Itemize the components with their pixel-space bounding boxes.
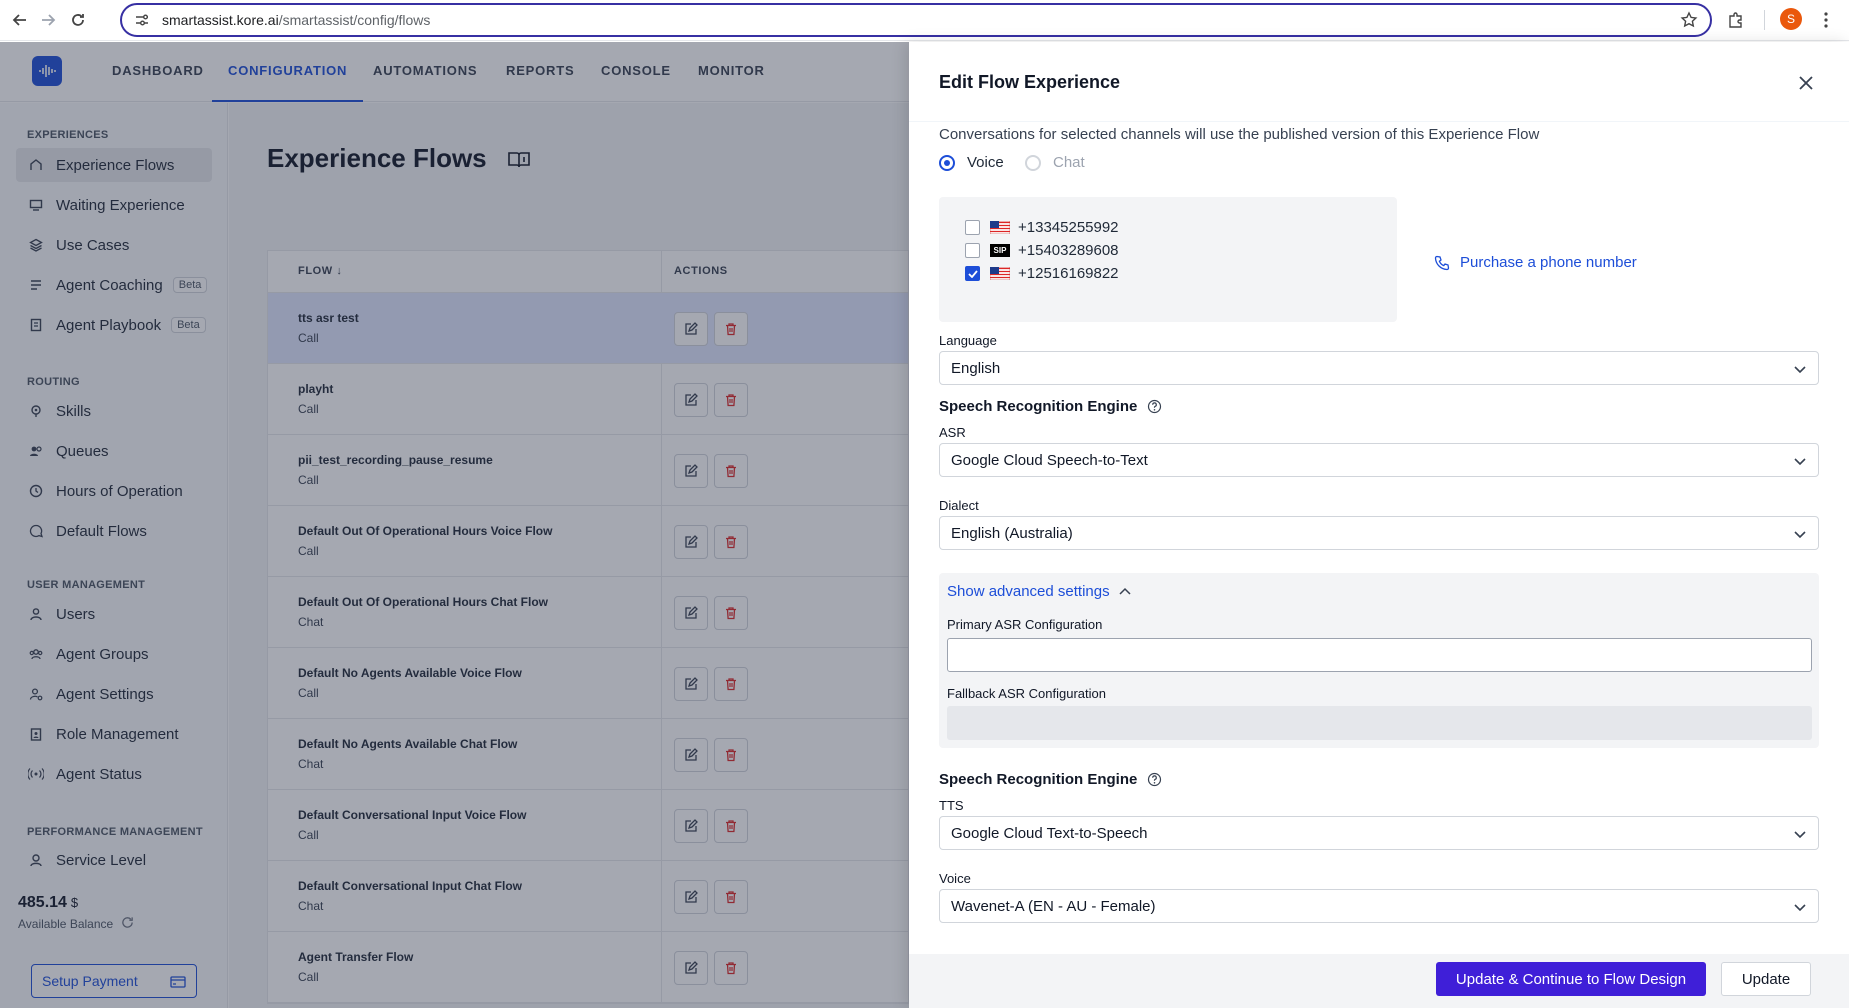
radio-unselected <box>1025 154 1041 171</box>
radio-label: Voice <box>967 154 1004 171</box>
language-label: Language <box>939 333 997 348</box>
phone-number-row[interactable]: +12516169822 <box>965 265 1119 282</box>
voice-label: Voice <box>939 871 971 886</box>
browser-toolbar: smartassist.kore.ai/smartassist/config/f… <box>0 0 1849 41</box>
chevron-down-icon <box>1794 531 1806 539</box>
select-value: Google Cloud Speech-to-Text <box>951 451 1148 469</box>
toggle-label: Show advanced settings <box>947 583 1110 600</box>
checkbox-checked[interactable] <box>965 266 980 281</box>
phone-number: +13345255992 <box>1018 219 1119 236</box>
drawer-header: Edit Flow Experience <box>909 42 1849 122</box>
primary-asr-label: Primary ASR Configuration <box>947 617 1103 632</box>
close-icon[interactable] <box>1795 72 1817 94</box>
purchase-link-label: Purchase a phone number <box>1460 254 1637 271</box>
section-title-text: Speech Recognition Engine <box>939 398 1138 415</box>
dialect-label: Dialect <box>939 498 979 513</box>
select-value: English <box>951 359 1001 377</box>
tts-label: TTS <box>939 798 964 813</box>
select-value: Wavenet-A (EN - AU - Female) <box>951 897 1156 915</box>
primary-asr-input[interactable] <box>947 638 1812 672</box>
show-advanced-settings-toggle[interactable]: Show advanced settings <box>947 583 1132 600</box>
drawer-title: Edit Flow Experience <box>939 72 1121 92</box>
phone-number-row[interactable]: +13345255992 <box>965 219 1119 236</box>
address-bar[interactable]: smartassist.kore.ai/smartassist/config/f… <box>120 3 1712 37</box>
channel-radio-chat[interactable]: Chat <box>1025 154 1085 171</box>
chevron-up-icon <box>1119 587 1131 595</box>
drawer-footer: Update & Continue to Flow Design Update <box>909 954 1849 1008</box>
select-value: Google Cloud Text-to-Speech <box>951 824 1148 842</box>
help-icon[interactable] <box>1147 399 1162 414</box>
section-title-text: Speech Recognition Engine <box>939 771 1138 788</box>
browser-menu-icon[interactable] <box>1812 6 1840 34</box>
drawer-body: Conversations for selected channels will… <box>909 122 1849 932</box>
chevron-down-icon <box>1794 831 1806 839</box>
update-button[interactable]: Update <box>1721 962 1811 996</box>
bookmark-star-icon[interactable] <box>1680 11 1698 29</box>
speech-recognition-engine-tts-title: Speech Recognition Engine <box>939 771 1162 788</box>
asr-select[interactable]: Google Cloud Speech-to-Text <box>939 443 1819 477</box>
modal-backdrop[interactable] <box>0 42 909 1008</box>
forward-icon[interactable] <box>34 6 62 34</box>
phone-icon <box>1434 255 1450 270</box>
dialect-select[interactable]: English (Australia) <box>939 516 1819 550</box>
back-icon[interactable] <box>6 6 34 34</box>
chevron-down-icon <box>1794 458 1806 466</box>
site-info-icon[interactable] <box>134 12 150 28</box>
checkbox-unchecked[interactable] <box>965 220 980 235</box>
asr-label: ASR <box>939 425 966 440</box>
speech-recognition-engine-title: Speech Recognition Engine <box>939 398 1162 415</box>
checkbox-unchecked[interactable] <box>965 243 980 258</box>
phone-number-row[interactable]: SIP +15403289608 <box>965 242 1119 259</box>
radio-selected <box>939 154 955 171</box>
app-root: DASHBOARD CONFIGURATION AUTOMATIONS REPO… <box>0 42 1849 1008</box>
reload-icon[interactable] <box>64 6 92 34</box>
sip-icon: SIP <box>990 244 1010 257</box>
phone-numbers-box: +13345255992 SIP +15403289608 +125161698… <box>939 197 1397 322</box>
toolbar-divider <box>1764 10 1765 30</box>
us-flag-icon <box>990 221 1010 234</box>
update-and-continue-button[interactable]: Update & Continue to Flow Design <box>1436 962 1706 996</box>
extensions-icon[interactable] <box>1722 6 1750 34</box>
url-text: smartassist.kore.ai/smartassist/config/f… <box>162 12 431 28</box>
chevron-down-icon <box>1794 904 1806 912</box>
us-flag-icon <box>990 267 1010 280</box>
voice-select[interactable]: Wavenet-A (EN - AU - Female) <box>939 889 1819 923</box>
select-value: English (Australia) <box>951 524 1073 542</box>
edit-flow-drawer: Edit Flow Experience Conversations for s… <box>909 42 1849 1008</box>
tts-select[interactable]: Google Cloud Text-to-Speech <box>939 816 1819 850</box>
help-icon[interactable] <box>1147 772 1162 787</box>
channel-radio-voice[interactable]: Voice <box>939 154 1004 171</box>
radio-label: Chat <box>1053 154 1085 171</box>
channels-description: Conversations for selected channels will… <box>939 126 1540 143</box>
fallback-asr-input <box>947 706 1812 740</box>
language-select[interactable]: English <box>939 351 1819 385</box>
fallback-asr-label: Fallback ASR Configuration <box>947 686 1106 701</box>
purchase-phone-number-link[interactable]: Purchase a phone number <box>1434 254 1637 271</box>
chevron-down-icon <box>1794 366 1806 374</box>
advanced-settings-panel: Show advanced settings Primary ASR Confi… <box>939 573 1819 748</box>
phone-number: +15403289608 <box>1018 242 1119 259</box>
phone-number: +12516169822 <box>1018 265 1119 282</box>
profile-avatar[interactable]: S <box>1780 8 1802 30</box>
